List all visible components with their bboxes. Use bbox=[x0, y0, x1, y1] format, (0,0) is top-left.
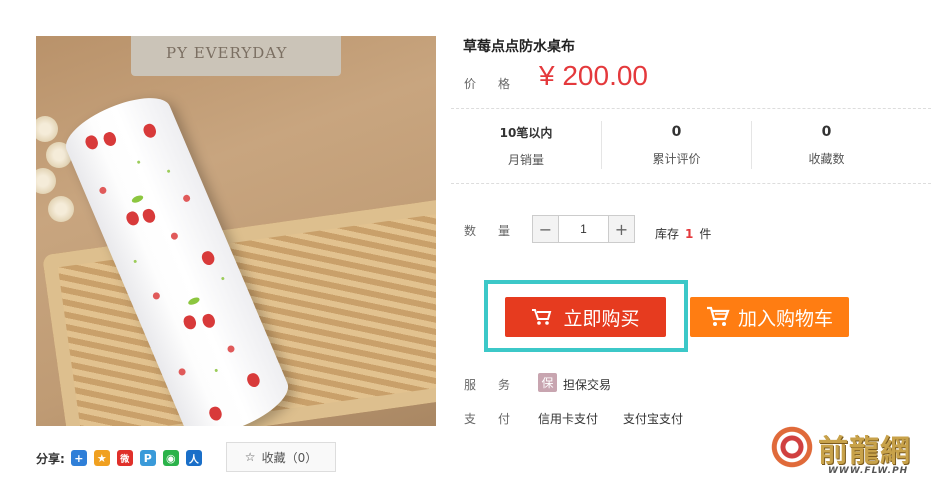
guarantee-badge-icon: 保 bbox=[538, 373, 557, 392]
share-label: 分享: bbox=[36, 451, 65, 466]
price-label: 价格 bbox=[464, 77, 533, 91]
quantity-increase-button[interactable]: + bbox=[608, 216, 634, 242]
product-title: 草莓点点防水桌布 bbox=[463, 39, 575, 55]
product-price: ¥ 200.00 bbox=[539, 60, 648, 91]
watermark-url: WWW.FLW.PH bbox=[828, 466, 909, 476]
renren-icon[interactable]: 人 bbox=[185, 450, 202, 466]
payment-method-alipay: 支付宝支付 bbox=[623, 412, 684, 426]
image-sign-text: PY EVERYDAY bbox=[166, 44, 288, 62]
service-label: 服务 bbox=[464, 378, 533, 392]
tencent-weibo-icon[interactable]: P bbox=[139, 450, 156, 466]
image-flowers bbox=[36, 106, 78, 226]
share-row: 分享: + ★ 微 P ◉ 人 bbox=[36, 444, 209, 472]
stat-label: 月销量 bbox=[507, 153, 544, 167]
quantity-stepper: − + bbox=[532, 215, 635, 243]
favorite-button[interactable]: ☆ 收藏（0） bbox=[226, 442, 336, 472]
guarantee-text[interactable]: 担保交易 bbox=[563, 376, 611, 393]
shopping-cart-icon bbox=[706, 306, 730, 326]
add-to-cart-label: 加入购物车 bbox=[737, 307, 833, 330]
qzone-icon[interactable]: ★ bbox=[93, 450, 110, 466]
stock-unit: 件 bbox=[699, 227, 712, 241]
watermark-title: 前龍網 bbox=[818, 434, 911, 469]
stock-prefix: 库存 bbox=[655, 227, 680, 241]
stat-monthly-sales: 10笔以内 月销量 bbox=[451, 109, 601, 183]
quantity-input[interactable] bbox=[559, 216, 608, 242]
quantity-label: 数量 bbox=[464, 224, 533, 238]
weibo-icon[interactable]: 微 bbox=[116, 450, 133, 466]
stock-count: 1 bbox=[685, 227, 694, 241]
stat-value: 0 bbox=[821, 123, 832, 140]
payment-label: 支付 bbox=[464, 412, 533, 426]
stat-total-reviews[interactable]: 0 累计评价 bbox=[601, 121, 751, 169]
sales-stats: 10笔以内 月销量 0 累计评价 0 收藏数 bbox=[451, 108, 931, 184]
add-to-cart-button[interactable]: 加入购物车 bbox=[690, 297, 849, 337]
share-plus-icon[interactable]: + bbox=[70, 450, 87, 466]
stock-info: 库存 1 件 bbox=[655, 225, 711, 242]
stat-value: 0 bbox=[671, 123, 682, 140]
watermark-logo-icon bbox=[770, 425, 814, 469]
buy-cart-icon bbox=[532, 309, 552, 325]
stat-favorites: 0 收藏数 bbox=[751, 121, 901, 169]
stat-label: 收藏数 bbox=[808, 151, 845, 166]
stat-value: 10笔以内 bbox=[499, 126, 553, 140]
buy-now-label: 立即购买 bbox=[563, 307, 640, 330]
favorite-label: 收藏（0） bbox=[261, 450, 318, 465]
quantity-decrease-button[interactable]: − bbox=[533, 216, 559, 242]
payment-method-credit-card: 信用卡支付 bbox=[538, 412, 599, 426]
stat-label: 累计评价 bbox=[652, 151, 701, 166]
wechat-icon[interactable]: ◉ bbox=[162, 450, 179, 466]
buy-now-button[interactable]: 立即购买 bbox=[505, 297, 666, 337]
star-icon: ☆ bbox=[244, 450, 256, 464]
product-image: PY EVERYDAY bbox=[36, 36, 436, 426]
